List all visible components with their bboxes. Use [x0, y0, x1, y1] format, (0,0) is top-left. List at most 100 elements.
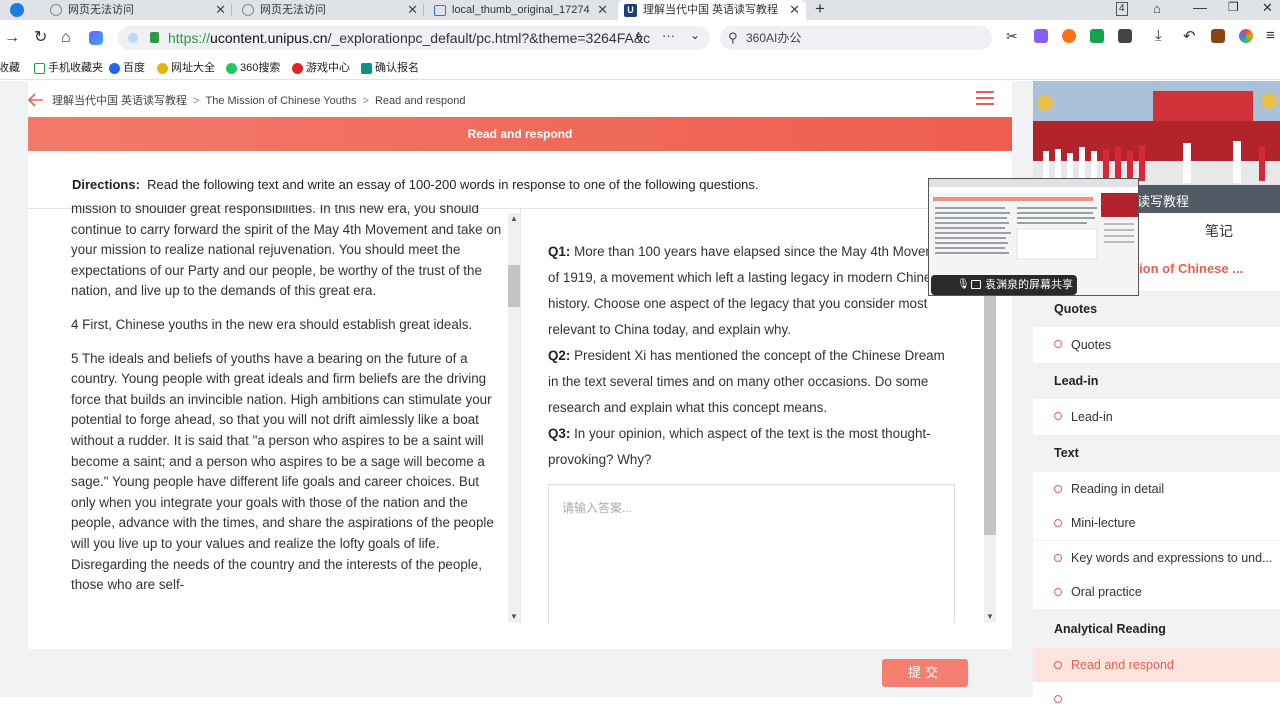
hamburger-menu-icon[interactable] — [976, 91, 994, 107]
question-label: Q1: — [548, 244, 571, 259]
baidu-icon — [109, 62, 120, 74]
back-arrow-icon[interactable] — [28, 93, 44, 107]
wechat-icon[interactable] — [1090, 29, 1104, 43]
more-icon[interactable]: ··· — [662, 28, 675, 43]
menu-icon[interactable]: ≡ — [1266, 27, 1275, 44]
bookmark-label: 百度 — [123, 62, 145, 74]
bookmark-label: 手机收藏夹 — [48, 62, 103, 74]
url-path: /_explorationpc_default/pc.html?&theme=3… — [327, 30, 651, 46]
tab-count-icon[interactable]: 4 — [1116, 2, 1128, 16]
section-heading[interactable]: Quotes — [1033, 291, 1280, 327]
question-label: Q2: — [548, 348, 571, 363]
questions: Q1: More than 100 years have elapsed sin… — [548, 239, 958, 473]
section-heading[interactable]: Analytical Reading — [1033, 611, 1280, 647]
tab-3-active[interactable]: U 理解当代中国 英语读写教程 ✕ — [618, 0, 806, 20]
bookmark-label: 360搜索 — [240, 62, 281, 74]
bookmark-item[interactable]: 360搜索 — [226, 61, 280, 75]
minimize-icon[interactable]: — — [1193, 0, 1207, 15]
sidebar-item-reading-in-detail[interactable]: Reading in detail — [1033, 472, 1280, 506]
screen-share-window[interactable]: 🎙 袁渊泉的屏幕共享 — [928, 178, 1139, 296]
breadcrumb-unit[interactable]: The Mission of Chinese Youths — [206, 95, 357, 107]
shirt-icon[interactable]: ⌂ — [1153, 1, 1161, 16]
tab-2[interactable]: local_thumb_original_17274 ✕ — [430, 0, 614, 20]
extension-icon[interactable] — [1034, 29, 1048, 43]
new-tab-icon[interactable]: + — [815, 0, 825, 18]
sidebar-item-lead-in[interactable]: Lead-in — [1033, 399, 1280, 435]
breadcrumb-course[interactable]: 理解当代中国 英语读写教程 — [52, 95, 187, 107]
scroll-down-icon[interactable]: ▼ — [986, 613, 994, 621]
url-scheme: https:// — [168, 30, 211, 46]
sidebar-item-next[interactable] — [1033, 682, 1280, 716]
share-label: 袁渊泉的屏幕共享 — [985, 279, 1073, 291]
briefcase-icon[interactable] — [1211, 29, 1225, 43]
globe-icon — [242, 4, 254, 16]
tab-close-icon[interactable]: ✕ — [407, 0, 418, 20]
question-text: President Xi has mentioned the concept o… — [548, 348, 945, 415]
tab-1[interactable]: 网页无法访问 ✕ — [238, 0, 424, 20]
reading-paragraph: mission to shoulder great responsibiliti… — [71, 205, 502, 299]
phone-icon — [34, 62, 45, 74]
bookmark-item[interactable]: 收藏 — [0, 61, 20, 75]
question-2: Q2: President Xi has mentioned the conce… — [548, 343, 958, 421]
cover-caption: 读写教程 — [1137, 194, 1190, 209]
chevron-down-icon[interactable]: ⌄ — [690, 28, 700, 42]
sidebar-item-oral-practice[interactable]: Oral practice — [1033, 575, 1280, 609]
restore-icon[interactable]: ❐ — [1228, 0, 1239, 14]
sidebar-item-mini-lecture[interactable]: Mini-lecture — [1033, 506, 1280, 540]
undo-icon[interactable]: ↶ — [1183, 27, 1196, 45]
section-heading[interactable]: Lead-in — [1033, 363, 1280, 399]
home-icon[interactable]: ⌂ — [61, 28, 71, 48]
puzzle-icon[interactable] — [1118, 29, 1132, 43]
sidebar-item-read-and-respond[interactable]: Read and respond — [1033, 648, 1280, 682]
360-icon[interactable] — [1239, 29, 1253, 43]
section-heading[interactable]: Text — [1033, 435, 1280, 471]
forward-icon[interactable]: → — [4, 28, 20, 48]
game-icon[interactable] — [1062, 29, 1076, 43]
download-icon[interactable]: ⤓ — [1155, 27, 1162, 44]
scissors-icon[interactable]: ✂ — [1006, 28, 1018, 45]
bookmark-item[interactable]: 网址大全 — [157, 61, 215, 75]
close-window-icon[interactable]: ✕ — [1262, 0, 1273, 16]
scroll-up-icon[interactable]: ▲ — [510, 215, 518, 223]
reading-pane[interactable]: mission to shoulder great responsibiliti… — [71, 205, 507, 623]
url-input[interactable]: https://ucontent.unipus.cn/_explorationp… — [118, 26, 710, 50]
scroll-down-icon[interactable]: ▼ — [510, 613, 518, 621]
tab-0[interactable]: 网页无法访问 ✕ — [46, 0, 232, 20]
tab-close-icon[interactable]: ✕ — [215, 0, 226, 20]
tab-close-icon[interactable]: ✕ — [789, 0, 800, 20]
screen-icon[interactable] — [971, 280, 981, 289]
microphone-icon[interactable]: 🎙 — [957, 275, 970, 295]
sidebar-item-quotes[interactable]: Quotes — [1033, 327, 1280, 363]
submit-button[interactable]: 提交 — [882, 659, 968, 687]
answer-textarea[interactable]: 请输入答案... — [548, 484, 955, 623]
sitemap-icon — [157, 62, 168, 74]
reading-scrollbar[interactable]: ▲ ▼ — [508, 213, 520, 623]
question-3: Q3: In your opinion, which aspect of the… — [548, 421, 958, 473]
tab-label: 网页无法访问 — [68, 4, 134, 16]
bookmark-item[interactable]: 百度 — [109, 61, 145, 75]
scrollbar-thumb[interactable] — [508, 265, 520, 307]
bookmark-item[interactable]: 手机收藏夹 — [34, 61, 103, 75]
scrollbar-thumb[interactable] — [984, 283, 996, 535]
answer-placeholder: 请输入答案... — [562, 501, 633, 515]
bookmark-label: 确认报名 — [375, 62, 419, 74]
lock-icon — [150, 32, 159, 43]
tab-notes[interactable]: 笔记 — [1205, 221, 1233, 241]
lightning-icon[interactable]: ϟ — [636, 29, 643, 44]
tab-label: local_thumb_original_17274 — [452, 4, 590, 16]
sidebar-item-key-words[interactable]: Key words and expressions to und... — [1033, 541, 1280, 575]
globe-icon — [50, 4, 62, 16]
reading-paragraph: 4 First, Chinese youths in the new era s… — [71, 316, 473, 332]
question-label: Q3: — [548, 426, 571, 441]
search-input[interactable]: ⚲ 360AI办公 — [720, 26, 992, 50]
ai-assistant-icon[interactable] — [89, 31, 103, 45]
bookmark-item[interactable]: 游戏中心 — [292, 61, 350, 75]
360-search-icon — [226, 62, 237, 74]
tab-close-icon[interactable]: ✕ — [597, 0, 608, 20]
bookmark-item[interactable]: 确认报名 — [361, 61, 419, 75]
reload-icon[interactable]: ↻ — [34, 28, 47, 48]
tab-label: 网页无法访问 — [260, 4, 326, 16]
site-info-icon[interactable] — [128, 33, 138, 43]
browser-logo-icon[interactable] — [10, 3, 24, 17]
address-toolbar: → ↻ ⌂ https://ucontent.unipus.cn/_explor… — [0, 20, 1280, 56]
